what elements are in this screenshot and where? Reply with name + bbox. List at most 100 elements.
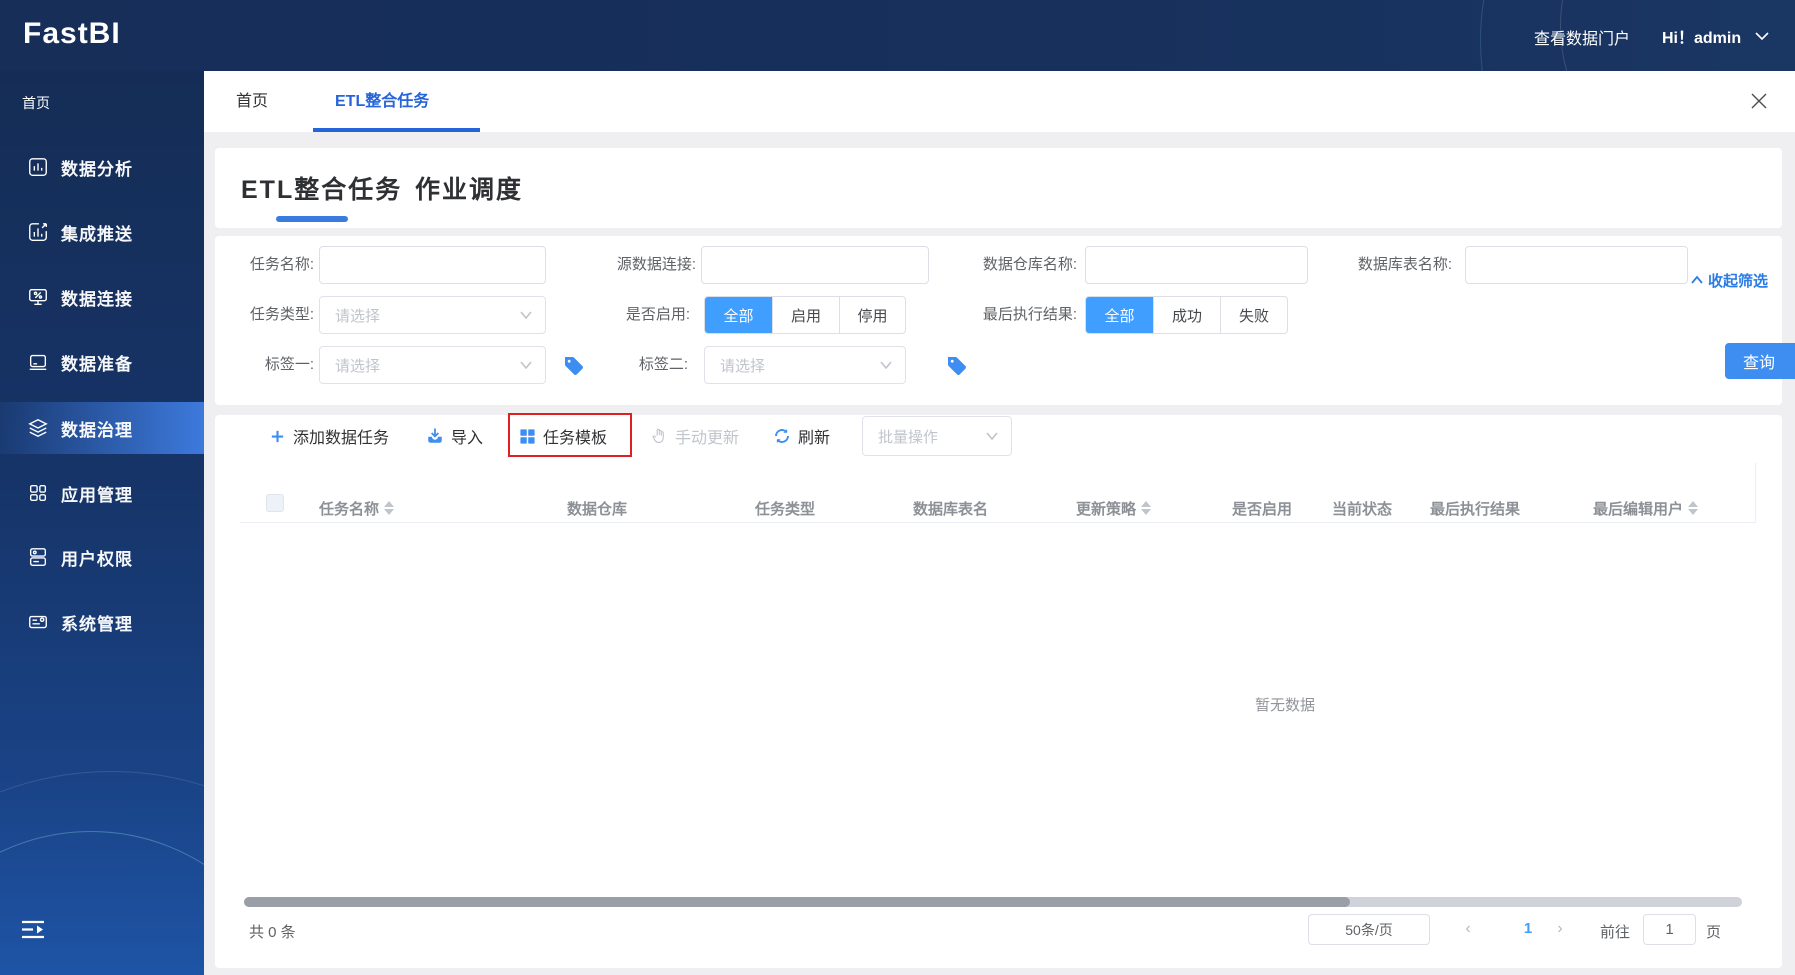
next-page-button[interactable]: › <box>1550 920 1570 938</box>
column-label: 是否启用 <box>1232 500 1293 518</box>
chevron-down-icon <box>520 311 532 320</box>
sidebar-item-label: 用户权限 <box>61 549 133 569</box>
page-tab-underline <box>276 216 348 222</box>
page-tab-etl[interactable]: ETL整合任务 <box>241 170 402 206</box>
column-header-last-result: 最后执行结果 <box>1430 493 1520 523</box>
enabled-option-off[interactable]: 停用 <box>840 297 905 333</box>
select-all-checkbox[interactable] <box>266 494 284 512</box>
monitor-percent-icon <box>29 288 47 306</box>
sidebar-item-data-analysis[interactable]: 数据分析 <box>0 141 204 193</box>
last-result-option-all[interactable]: 全部 <box>1086 297 1154 333</box>
tag2-select[interactable]: 请选择 <box>704 346 906 384</box>
batch-operation-select[interactable]: 批量操作 <box>862 416 1012 456</box>
user-greeting[interactable]: Hi！admin <box>1662 24 1741 48</box>
horizontal-scrollbar[interactable] <box>244 897 1742 907</box>
search-button[interactable]: 查询 <box>1725 343 1795 379</box>
column-header-db-table: 数据库表名 <box>913 493 988 523</box>
batch-operation-placeholder: 批量操作 <box>878 428 939 446</box>
enabled-option-all[interactable]: 全部 <box>705 297 773 333</box>
column-header-last-editor[interactable]: 最后编辑用户 <box>1593 493 1699 523</box>
header-decor-arc <box>1480 0 1795 71</box>
collapse-filter-link[interactable]: 收起筛选 <box>1690 261 1768 299</box>
manual-update-label: 手动更新 <box>675 430 740 447</box>
table-name-input[interactable] <box>1465 246 1688 284</box>
tag-icon[interactable] <box>945 354 969 378</box>
sidebar-item-label: 系统管理 <box>61 614 133 634</box>
prev-page-button[interactable]: ‹ <box>1458 920 1478 938</box>
column-label: 任务类型 <box>755 500 816 518</box>
task-type-select[interactable]: 请选择 <box>319 296 546 334</box>
manual-update-button[interactable]: 手动更新 <box>650 421 739 451</box>
column-header-task-name[interactable]: 任务名称 <box>319 493 395 523</box>
task-name-label: 任务名称: <box>249 256 314 273</box>
goto-page-label: 前往 <box>1600 924 1631 941</box>
tag1-label: 标签一: <box>264 356 314 373</box>
tag2-placeholder: 请选择 <box>720 357 766 375</box>
add-data-task-label: 添加数据任务 <box>293 430 390 447</box>
sidebar-item-label: 应用管理 <box>61 485 133 505</box>
sort-icon[interactable] <box>384 501 395 515</box>
sidebar-item-data-governance[interactable]: 数据治理 <box>0 402 204 454</box>
column-header-update-strategy[interactable]: 更新策略 <box>1076 493 1152 523</box>
sidebar-item-system-management[interactable]: 系统管理 <box>0 596 204 648</box>
table-name-label: 数据库表名称: <box>1357 256 1452 273</box>
grid-icon <box>29 484 47 502</box>
last-result-option-success[interactable]: 成功 <box>1154 297 1221 333</box>
source-connection-input[interactable] <box>701 246 929 284</box>
app-logo: FastBI <box>23 17 121 50</box>
sidebar: 首页 数据分析 集成推送 数据连接 数据准备 数据治理 应用管理 用户权限 系统… <box>0 71 204 975</box>
sidebar-item-user-permissions[interactable]: 用户权限 <box>0 531 204 583</box>
sidebar-item-app-management[interactable]: 应用管理 <box>0 467 204 519</box>
tag1-select[interactable]: 请选择 <box>319 346 546 384</box>
chevron-down-icon <box>520 361 532 370</box>
sidebar-item-data-connection[interactable]: 数据连接 <box>0 271 204 323</box>
sidebar-item-data-preparation[interactable]: 数据准备 <box>0 336 204 388</box>
warehouse-name-input[interactable] <box>1085 246 1308 284</box>
task-template-button[interactable]: 任务模板 <box>519 421 607 451</box>
window-tab-home[interactable]: 首页 <box>236 71 268 132</box>
enabled-label: 是否启用: <box>625 306 690 323</box>
sidebar-decor-arc <box>0 771 204 975</box>
active-tab-underline <box>313 128 480 132</box>
column-label: 当前状态 <box>1332 500 1393 518</box>
add-data-task-button[interactable]: 添加数据任务 <box>269 421 389 451</box>
page-title-card: ETL整合任务 作业调度 <box>215 148 1782 228</box>
refresh-icon <box>775 428 789 444</box>
view-data-portal-link[interactable]: 查看数据门户 <box>1534 25 1630 49</box>
task-name-input[interactable] <box>319 246 546 284</box>
current-page-number[interactable]: 1 <box>1514 920 1542 937</box>
tag1-placeholder: 请选择 <box>335 357 381 375</box>
goto-page-input[interactable] <box>1643 914 1696 945</box>
column-label: 任务名称 <box>319 500 380 518</box>
chevron-down-icon <box>986 432 998 441</box>
task-template-label: 任务模板 <box>543 430 608 447</box>
close-icon[interactable] <box>1748 90 1770 112</box>
last-result-option-fail[interactable]: 失败 <box>1221 297 1287 333</box>
import-download-icon <box>428 428 442 443</box>
table-panel <box>215 415 1782 968</box>
sidebar-item-home[interactable]: 首页 <box>22 93 50 113</box>
window-tab-etl[interactable]: ETL整合任务 <box>335 71 429 132</box>
column-label: 数据库表名 <box>913 500 989 518</box>
refresh-label: 刷新 <box>798 430 831 447</box>
tag-icon[interactable] <box>562 354 586 378</box>
sidebar-collapse-icon[interactable] <box>20 919 46 941</box>
page-size-select[interactable]: 50条/页 <box>1308 914 1430 945</box>
sort-icon[interactable] <box>1141 501 1152 515</box>
column-label: 最后编辑用户 <box>1593 500 1684 518</box>
refresh-button[interactable]: 刷新 <box>773 421 830 451</box>
sidebar-item-label: 数据分析 <box>61 159 133 179</box>
template-grid-icon <box>520 428 535 444</box>
chevron-down-icon[interactable] <box>1754 30 1770 42</box>
sidebar-item-integration-push[interactable]: 集成推送 <box>0 206 204 258</box>
enabled-option-on[interactable]: 启用 <box>773 297 840 333</box>
import-label: 导入 <box>451 430 484 447</box>
sort-icon[interactable] <box>1688 501 1699 515</box>
page-tab-schedule[interactable]: 作业调度 <box>415 170 523 206</box>
horizontal-scrollbar-thumb[interactable] <box>244 897 1350 907</box>
source-connection-label: 源数据连接: <box>616 256 696 273</box>
layers-icon <box>28 418 48 438</box>
column-header-task-type: 任务类型 <box>755 493 815 523</box>
column-header-current-status: 当前状态 <box>1332 493 1392 523</box>
import-button[interactable]: 导入 <box>426 421 483 451</box>
